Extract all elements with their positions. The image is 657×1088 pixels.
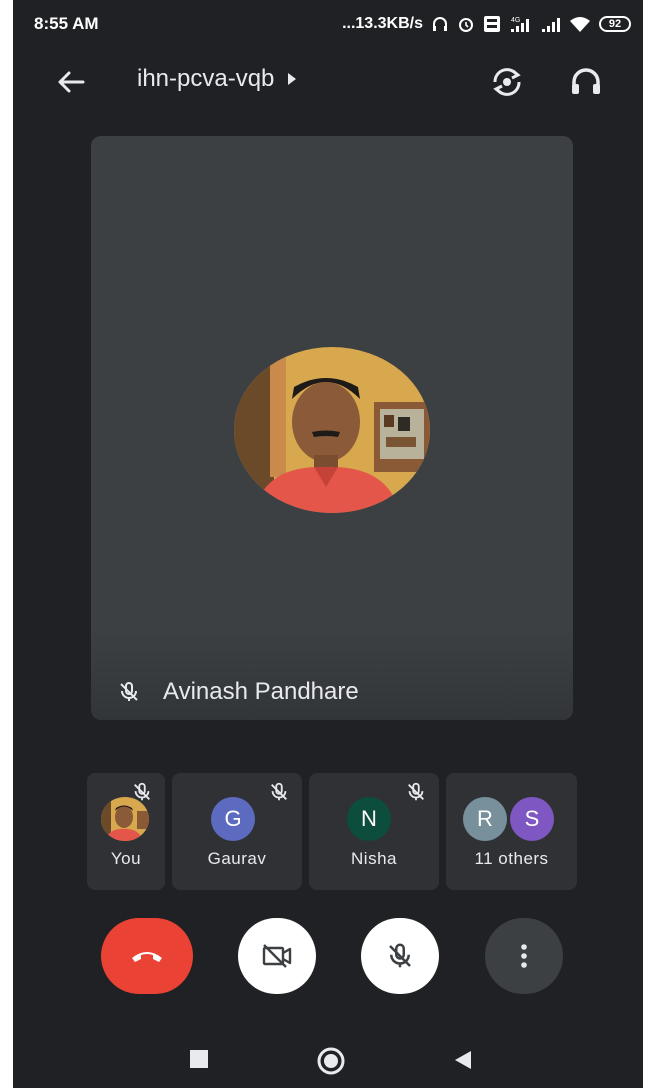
meeting-code-button[interactable]: ihn-pcva-vqb	[137, 65, 297, 93]
participant-tile-gaurav[interactable]: G Gaurav	[172, 773, 302, 890]
headset-status-icon	[433, 17, 447, 31]
volte-icon	[484, 16, 500, 32]
battery-icon: 92	[599, 16, 631, 32]
meet-call-screen: 8:55 AM ...13.3KB/s 4G 92 ihn-pcva-vqb A…	[13, 0, 643, 1088]
end-call-icon	[132, 952, 162, 962]
status-time: 8:55 AM	[34, 14, 99, 33]
home-icon[interactable]	[316, 1046, 346, 1076]
self-avatar	[101, 797, 149, 841]
caret-right-icon	[288, 73, 297, 85]
switch-camera-icon[interactable]	[487, 62, 527, 102]
camera-off-icon	[262, 944, 292, 968]
status-icons: ...13.3KB/s 4G 92	[342, 12, 631, 36]
speaker-name: Avinash Pandhare	[163, 678, 359, 705]
participant-name: 11 others	[474, 849, 549, 868]
mic-off-icon	[408, 782, 424, 801]
mic-off-icon	[120, 682, 138, 701]
camera-toggle-button[interactable]	[238, 918, 316, 994]
participant-name: Nisha	[351, 849, 397, 868]
headphones-icon[interactable]	[566, 62, 606, 102]
avatar: S	[510, 797, 554, 841]
end-call-button[interactable]	[101, 918, 193, 994]
system-nav-bar	[13, 1028, 643, 1088]
more-options-button[interactable]	[485, 918, 563, 994]
more-vert-icon	[521, 944, 527, 968]
speaker-avatar	[234, 347, 430, 513]
participant-name: You	[110, 849, 142, 868]
alarm-icon	[459, 18, 473, 32]
network-speed: ...13.3KB/s	[342, 15, 423, 32]
participant-name: Gaurav	[207, 849, 267, 868]
participant-tile-others[interactable]: R S 11 others	[446, 773, 577, 890]
avatar: R	[463, 797, 507, 841]
recents-icon[interactable]	[190, 1050, 208, 1068]
meeting-code: ihn-pcva-vqb	[137, 65, 275, 92]
signal-4g-icon: 4G	[511, 17, 529, 32]
participant-tile-you[interactable]: You	[87, 773, 165, 890]
main-speaker-tile[interactable]: Avinash Pandhare	[91, 136, 573, 720]
signal-icon	[542, 18, 560, 32]
wifi-icon	[570, 17, 590, 32]
call-header: ihn-pcva-vqb	[13, 50, 643, 114]
participant-tile-nisha[interactable]: N Nisha	[309, 773, 439, 890]
mic-toggle-button[interactable]	[361, 918, 439, 994]
avatar: G	[211, 797, 255, 841]
status-bar: 8:55 AM ...13.3KB/s 4G 92	[13, 0, 643, 48]
speaker-label: Avinash Pandhare	[117, 678, 359, 706]
arrow-back-icon[interactable]	[53, 64, 89, 100]
mic-off-icon	[389, 943, 411, 968]
svg-text:4G: 4G	[511, 17, 520, 24]
back-nav-icon[interactable]	[453, 1050, 473, 1070]
mic-off-icon	[271, 782, 287, 801]
avatar: N	[347, 797, 391, 841]
